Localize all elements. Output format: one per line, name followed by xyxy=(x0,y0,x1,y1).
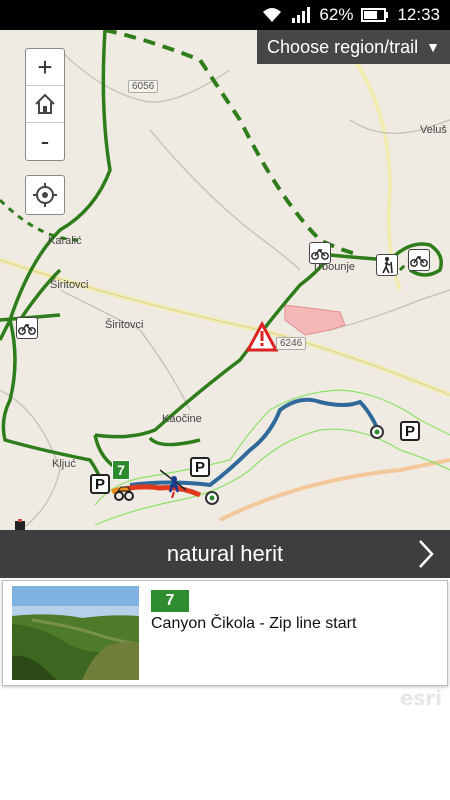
road-number-6246: 6246 xyxy=(276,337,307,350)
poi-card[interactable]: 7 Canyon Čikola - Zip line start xyxy=(2,580,448,686)
zoom-in-button[interactable]: + xyxy=(26,49,64,86)
dropdown-arrow-icon: ▼ xyxy=(426,39,440,55)
zoom-controls: + - xyxy=(25,48,65,161)
signal-icon xyxy=(291,7,311,23)
choose-region-button[interactable]: Choose region/trail ▼ xyxy=(257,30,450,64)
place-label-kljuc: Kljuć xyxy=(52,458,76,470)
trail-number-marker[interactable]: 7 xyxy=(112,460,130,480)
locate-button[interactable] xyxy=(25,175,65,215)
home-button[interactable] xyxy=(26,86,64,123)
parking-icon[interactable]: P xyxy=(400,421,420,441)
poi-thumbnail xyxy=(12,586,139,680)
zipline-icon[interactable] xyxy=(159,468,187,499)
road-number-6056: 6056 xyxy=(128,80,159,93)
app-screen: { "status_bar": { "battery_percent": "62… xyxy=(0,0,450,800)
bicycle-icon[interactable] xyxy=(16,317,38,339)
poi-name: Canyon Čikola - Zip line start xyxy=(151,615,357,632)
crosshair-icon xyxy=(33,183,57,207)
place-label-siritovci-1: Širitovci xyxy=(50,279,89,291)
battery-icon xyxy=(361,8,389,22)
bicycle-icon[interactable] xyxy=(309,242,331,264)
activity-icon[interactable] xyxy=(10,518,30,530)
poi-number-badge: 7 xyxy=(151,590,189,612)
place-label-velus: Veluš xyxy=(420,124,447,136)
parking-icon[interactable]: P xyxy=(90,474,110,494)
home-icon xyxy=(35,93,55,114)
place-label-siritovci-2: Širitovci xyxy=(105,319,144,331)
clock: 12:33 xyxy=(397,5,440,24)
choose-region-label: Choose region/trail xyxy=(267,36,419,57)
place-label-karalic: Karalić xyxy=(48,235,82,247)
battery-percent: 62% xyxy=(319,5,354,24)
chevron-right-icon[interactable] xyxy=(416,538,436,570)
status-bar: 62% 12:33 xyxy=(0,0,450,30)
wifi-icon xyxy=(261,7,283,23)
category-bar[interactable]: natural herit xyxy=(0,530,450,578)
hiking-icon[interactable] xyxy=(376,254,398,276)
zoom-out-button[interactable]: - xyxy=(26,123,64,160)
atv-icon[interactable] xyxy=(113,482,135,502)
esri-attribution-logo: esri xyxy=(399,686,442,710)
place-label-kaocine: Kaočine xyxy=(162,413,202,425)
category-title: natural herit xyxy=(166,541,284,566)
map-view[interactable]: Karalić Širitovci Širitovci Trbounje Vel… xyxy=(0,30,450,530)
parking-icon[interactable]: P xyxy=(190,457,210,477)
bicycle-icon[interactable] xyxy=(408,249,430,271)
